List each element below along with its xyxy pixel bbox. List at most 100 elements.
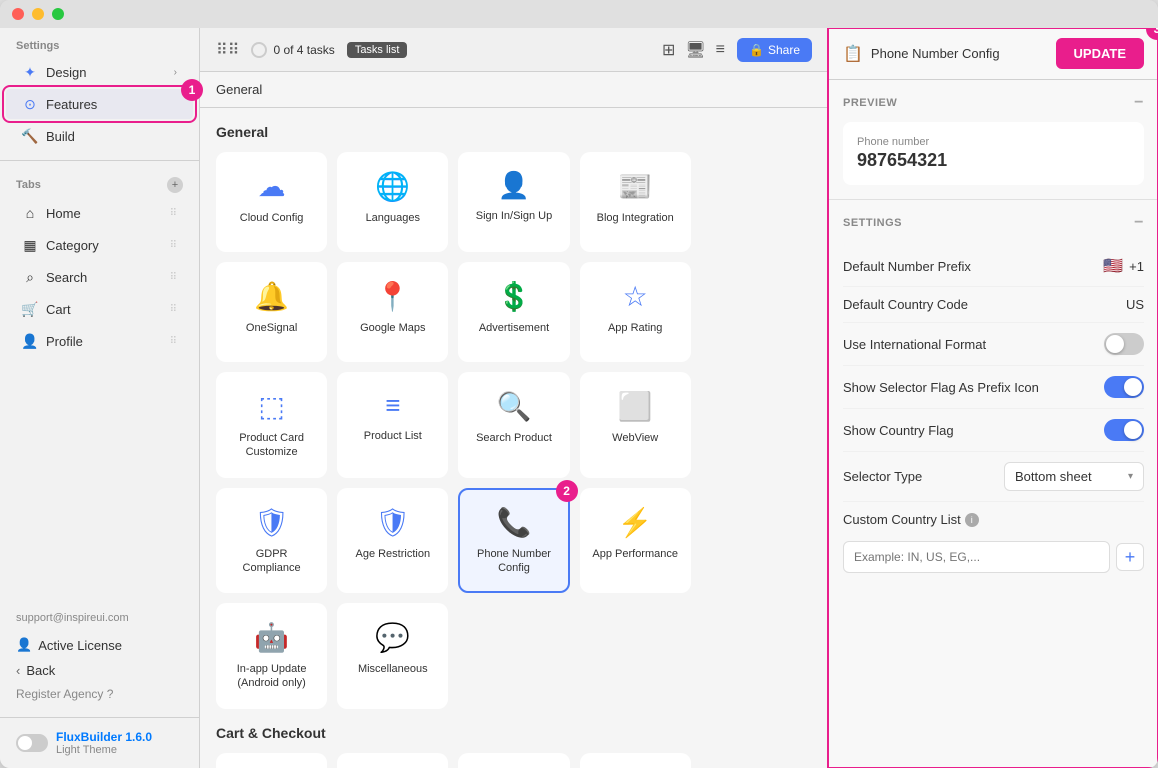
update-button[interactable]: UPDATE bbox=[1056, 38, 1144, 69]
features-icon: ⊙ bbox=[22, 96, 38, 112]
feature-card-google-maps[interactable]: 📍 Google Maps bbox=[337, 262, 448, 362]
feature-card-gdpr[interactable]: 🛡 GDPR Compliance bbox=[216, 488, 327, 594]
international-toggle[interactable] bbox=[1104, 333, 1144, 355]
cart-checkout-grid: 💲 Currencies 🛒 Shopping Cart 🏷 Coupon 🎁 … bbox=[216, 753, 812, 768]
minimize-button[interactable] bbox=[32, 8, 44, 20]
product-list-icon: ≡ bbox=[385, 390, 400, 421]
feature-card-webview[interactable]: ⬜ WebView bbox=[580, 372, 691, 478]
sidebar-item-features[interactable]: ⊙ Features 1 bbox=[6, 89, 193, 119]
feature-card-app-performance[interactable]: ⚡ App Performance bbox=[580, 488, 691, 594]
sidebar-tab-cart[interactable]: 🛒 Cart ⠿ bbox=[6, 294, 193, 324]
search-product-icon: 🔍 bbox=[497, 390, 532, 423]
feature-card-search-product[interactable]: 🔍 Search Product bbox=[458, 372, 569, 478]
monitor-icon[interactable]: 🖥 bbox=[685, 40, 705, 60]
cloud-config-label: Cloud Config bbox=[240, 211, 304, 225]
product-card-label: Product Card Customize bbox=[226, 431, 317, 460]
feature-card-onesignal[interactable]: 🔔 OneSignal bbox=[216, 262, 327, 362]
share-button[interactable]: 🔒 Share bbox=[737, 38, 812, 62]
expand-icon[interactable]: ⊞ bbox=[662, 40, 675, 60]
miscellaneous-label: Miscellaneous bbox=[358, 662, 428, 676]
selector-flag-label: Show Selector Flag As Prefix Icon bbox=[843, 380, 1039, 395]
country-code-value: US bbox=[1126, 297, 1144, 312]
sidebar-bottom: support@inspireui.com 👤 Active License ‹… bbox=[0, 600, 199, 717]
theme-toggle[interactable] bbox=[16, 734, 48, 752]
feature-card-point-reward[interactable]: 🎁 Point & Reward bbox=[580, 753, 691, 768]
toolbar-icons: ⊞ 🖥 ≡ bbox=[662, 40, 725, 60]
drag-handle-4[interactable]: ⠿ bbox=[170, 304, 177, 315]
drag-handle[interactable]: ⠿ bbox=[170, 208, 177, 219]
prefix-label: Default Number Prefix bbox=[843, 259, 971, 274]
general-section-title: General bbox=[216, 124, 812, 140]
google-maps-icon: 📍 bbox=[375, 280, 410, 313]
sidebar-item-design[interactable]: ✦ Design › bbox=[6, 57, 193, 87]
country-flag-toggle-knob bbox=[1124, 421, 1142, 439]
search-tab-icon: ⌕ bbox=[22, 269, 38, 285]
design-icon: ✦ bbox=[22, 64, 38, 80]
preview-collapse-button[interactable]: − bbox=[1134, 94, 1144, 112]
feature-card-advertisement[interactable]: 💲 Advertisement bbox=[458, 262, 569, 362]
drag-handle-3[interactable]: ⠿ bbox=[170, 272, 177, 283]
add-country-button[interactable]: + bbox=[1116, 543, 1144, 571]
feature-card-coupon[interactable]: 🏷 Coupon bbox=[458, 753, 569, 768]
settings-row-selector-flag: Show Selector Flag As Prefix Icon bbox=[843, 366, 1144, 409]
settings-row-international: Use International Format bbox=[843, 323, 1144, 366]
selector-flag-toggle[interactable] bbox=[1104, 376, 1144, 398]
close-button[interactable] bbox=[12, 8, 24, 20]
list-icon[interactable]: ≡ bbox=[716, 41, 725, 59]
panel-header-icon: 📋 bbox=[843, 44, 863, 64]
sidebar-item-label-design: Design bbox=[46, 65, 166, 80]
tasks-list-badge[interactable]: Tasks list bbox=[347, 42, 408, 58]
miscellaneous-icon: 💬 bbox=[375, 621, 410, 654]
product-card-icon: ⬚ bbox=[258, 390, 284, 423]
theme-toggle-row: FluxBuilder 1.6.0 Light Theme bbox=[0, 717, 199, 768]
feature-card-phone-number-config[interactable]: 📞 Phone Number Config 2 bbox=[458, 488, 569, 594]
feature-card-miscellaneous[interactable]: 💬 Miscellaneous bbox=[337, 603, 448, 709]
blog-integration-label: Blog Integration bbox=[597, 211, 674, 225]
feature-card-cloud-config[interactable]: ☁ Cloud Config bbox=[216, 152, 327, 252]
selector-type-dropdown[interactable]: Bottom sheet ▾ bbox=[1004, 462, 1144, 491]
maximize-button[interactable] bbox=[52, 8, 64, 20]
preview-field-label: Phone number bbox=[857, 136, 1130, 148]
grid-icon[interactable]: ⠿⠿ bbox=[216, 40, 239, 60]
content-area: ⠿⠿ 0 of 4 tasks Tasks list ⊞ 🖥 ≡ 🔒 Share bbox=[200, 28, 828, 768]
country-flag-toggle[interactable] bbox=[1104, 419, 1144, 441]
grid-container[interactable]: General ☁ Cloud Config 🌐 Languages 👤 Sig… bbox=[200, 108, 828, 768]
prefix-value[interactable]: 🇺🇸 +1 bbox=[1103, 256, 1144, 276]
feature-card-product-list[interactable]: ≡ Product List bbox=[337, 372, 448, 478]
register-agency-link[interactable]: Register Agency ? bbox=[16, 683, 183, 705]
task-dot bbox=[251, 42, 267, 58]
drag-handle-5[interactable]: ⠿ bbox=[170, 336, 177, 347]
sidebar-tab-profile[interactable]: 👤 Profile ⠿ bbox=[6, 326, 193, 356]
sidebar-tab-home-label: Home bbox=[46, 206, 162, 221]
feature-card-currencies[interactable]: 💲 Currencies bbox=[216, 753, 327, 768]
sidebar-tab-category-label: Category bbox=[46, 238, 162, 253]
profile-icon: 👤 bbox=[22, 333, 38, 349]
sidebar-tab-category[interactable]: ▦ Category ⠿ bbox=[6, 230, 193, 260]
advertisement-label: Advertisement bbox=[479, 321, 549, 335]
feature-card-blog-integration[interactable]: 📰 Blog Integration bbox=[580, 152, 691, 252]
feature-card-product-card-customize[interactable]: ⬚ Product Card Customize bbox=[216, 372, 327, 478]
preview-value: 987654321 bbox=[857, 150, 1130, 171]
feature-card-languages[interactable]: 🌐 Languages bbox=[337, 152, 448, 252]
empty-card-2 bbox=[701, 262, 812, 362]
dropdown-arrow-icon: ▾ bbox=[1128, 471, 1133, 482]
add-tab-button[interactable]: + bbox=[167, 177, 183, 193]
feature-card-shopping-cart[interactable]: 🛒 Shopping Cart bbox=[337, 753, 448, 768]
feature-card-app-rating[interactable]: ☆ App Rating bbox=[580, 262, 691, 362]
toggle-knob bbox=[18, 736, 32, 750]
sidebar-tab-home[interactable]: ⌂ Home ⠿ bbox=[6, 198, 193, 228]
active-license-link[interactable]: 👤 Active License bbox=[16, 632, 183, 658]
drag-handle-2[interactable]: ⠿ bbox=[170, 240, 177, 251]
feature-card-age-restriction[interactable]: 🛡 Age Restriction bbox=[337, 488, 448, 594]
feature-card-sign-in-up[interactable]: 👤 Sign In/Sign Up bbox=[458, 152, 569, 252]
sidebar-item-build[interactable]: 🔨 Build bbox=[6, 121, 193, 151]
right-panel: 3 📋 Phone Number Config UPDATE PREVIEW −… bbox=[828, 28, 1158, 768]
sidebar-tab-search[interactable]: ⌕ Search ⠿ bbox=[6, 262, 193, 292]
custom-country-input[interactable] bbox=[843, 541, 1110, 573]
settings-collapse-button[interactable]: − bbox=[1134, 214, 1144, 232]
selector-type-value: Bottom sheet bbox=[1015, 469, 1092, 484]
feature-card-in-app-update[interactable]: 🤖 In-app Update (Android only) bbox=[216, 603, 327, 709]
back-link[interactable]: ‹ Back bbox=[16, 658, 183, 683]
home-icon: ⌂ bbox=[22, 205, 38, 221]
empty-card-3 bbox=[701, 372, 812, 478]
